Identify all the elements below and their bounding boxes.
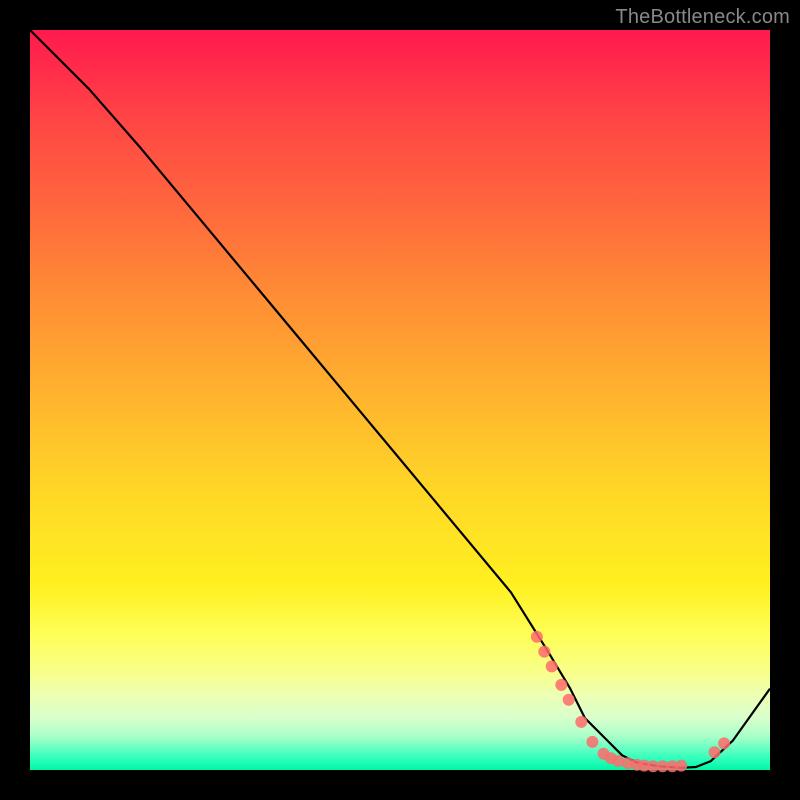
scatter-dot	[586, 736, 598, 748]
scatter-dot	[718, 737, 730, 749]
chart-frame: TheBottleneck.com	[0, 0, 800, 800]
scatter-dot	[538, 646, 550, 658]
curve-line	[30, 30, 770, 768]
scatter-dot	[531, 631, 543, 643]
scatter-dot	[555, 679, 567, 691]
scatter-dot	[563, 694, 575, 706]
scatter-dot	[709, 746, 721, 758]
plot-area	[30, 30, 770, 770]
watermark-text: TheBottleneck.com	[615, 6, 790, 29]
scatter-dot	[675, 760, 687, 772]
scatter-markers	[531, 631, 730, 773]
curve-path	[30, 30, 770, 768]
scatter-dot	[546, 660, 558, 672]
scatter-dot	[575, 716, 587, 728]
chart-svg	[30, 30, 770, 770]
